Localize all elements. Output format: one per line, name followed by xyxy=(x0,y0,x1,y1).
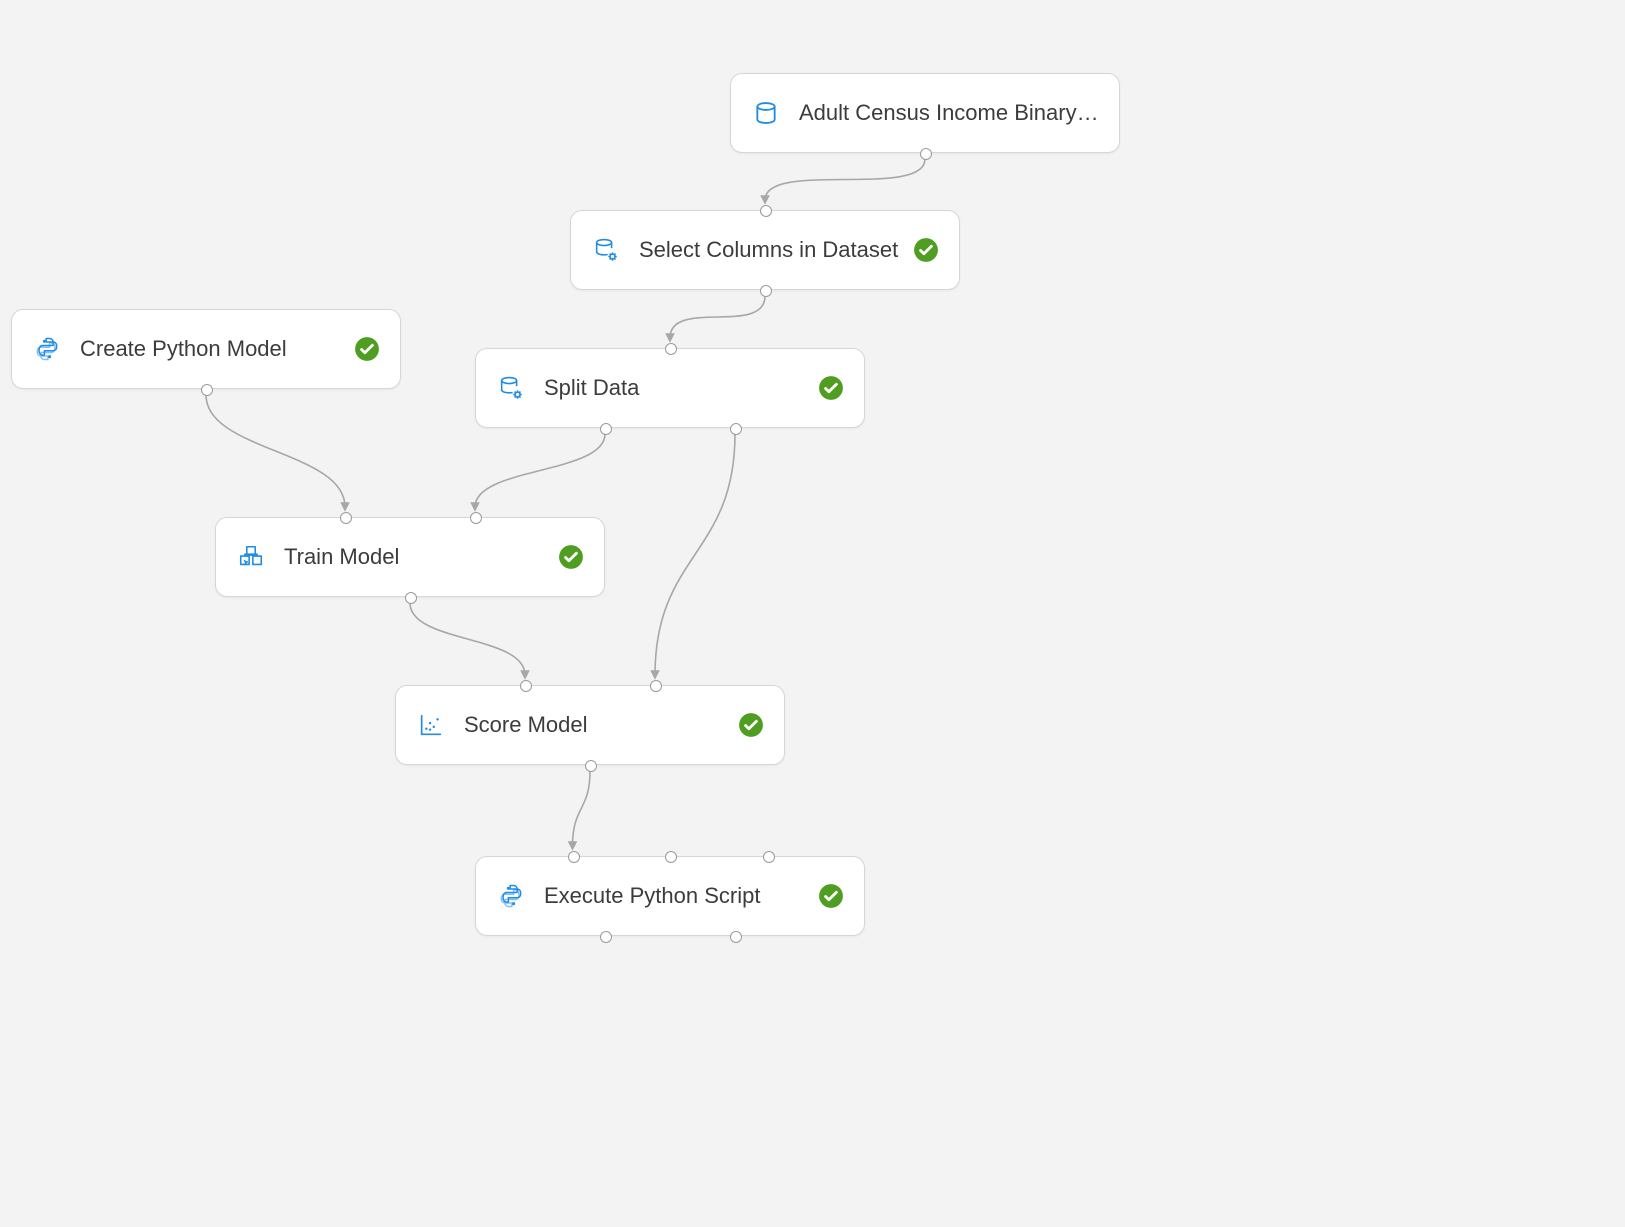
input-port[interactable] xyxy=(665,851,677,863)
output-port[interactable] xyxy=(760,285,772,297)
output-port[interactable] xyxy=(201,384,213,396)
output-port[interactable] xyxy=(920,148,932,160)
status-success-icon xyxy=(818,375,844,401)
status-success-icon xyxy=(738,712,764,738)
node-train-model[interactable]: Train Model xyxy=(215,517,605,597)
node-label: Create Python Model xyxy=(80,336,354,362)
database-gear-icon xyxy=(591,235,621,265)
input-port[interactable] xyxy=(520,680,532,692)
connector xyxy=(655,434,735,675)
output-port[interactable] xyxy=(600,423,612,435)
input-port[interactable] xyxy=(760,205,772,217)
node-create-python-model[interactable]: Create Python Model xyxy=(11,309,401,389)
input-port[interactable] xyxy=(340,512,352,524)
database-icon xyxy=(751,98,781,128)
node-dataset[interactable]: Adult Census Income Binary ... xyxy=(730,73,1120,153)
status-success-icon xyxy=(354,336,380,362)
python-icon xyxy=(32,334,62,364)
input-port[interactable] xyxy=(470,512,482,524)
connector xyxy=(765,159,925,200)
output-port[interactable] xyxy=(405,592,417,604)
connector xyxy=(475,434,605,507)
connector xyxy=(573,771,591,846)
connector xyxy=(206,395,345,507)
input-port[interactable] xyxy=(568,851,580,863)
python-icon xyxy=(496,881,526,911)
database-gear-icon xyxy=(496,373,526,403)
output-port[interactable] xyxy=(730,931,742,943)
node-label: Adult Census Income Binary ... xyxy=(799,100,1099,126)
node-label: Execute Python Script xyxy=(544,883,818,909)
output-port[interactable] xyxy=(585,760,597,772)
status-success-icon xyxy=(818,883,844,909)
node-label: Select Columns in Dataset xyxy=(639,237,913,263)
node-execute-python-script[interactable]: Execute Python Script xyxy=(475,856,865,936)
status-success-icon xyxy=(558,544,584,570)
input-port[interactable] xyxy=(665,343,677,355)
node-select-columns[interactable]: Select Columns in Dataset xyxy=(570,210,960,290)
node-label: Score Model xyxy=(464,712,738,738)
status-success-icon xyxy=(913,237,939,263)
connector xyxy=(410,603,525,675)
node-score-model[interactable]: Score Model xyxy=(395,685,785,765)
connector xyxy=(670,296,765,338)
input-port[interactable] xyxy=(763,851,775,863)
score-model-icon xyxy=(416,710,446,740)
pipeline-connectors xyxy=(0,0,1625,1227)
output-port[interactable] xyxy=(730,423,742,435)
node-label: Split Data xyxy=(544,375,818,401)
train-model-icon xyxy=(236,542,266,572)
node-split-data[interactable]: Split Data xyxy=(475,348,865,428)
node-label: Train Model xyxy=(284,544,558,570)
input-port[interactable] xyxy=(650,680,662,692)
output-port[interactable] xyxy=(600,931,612,943)
